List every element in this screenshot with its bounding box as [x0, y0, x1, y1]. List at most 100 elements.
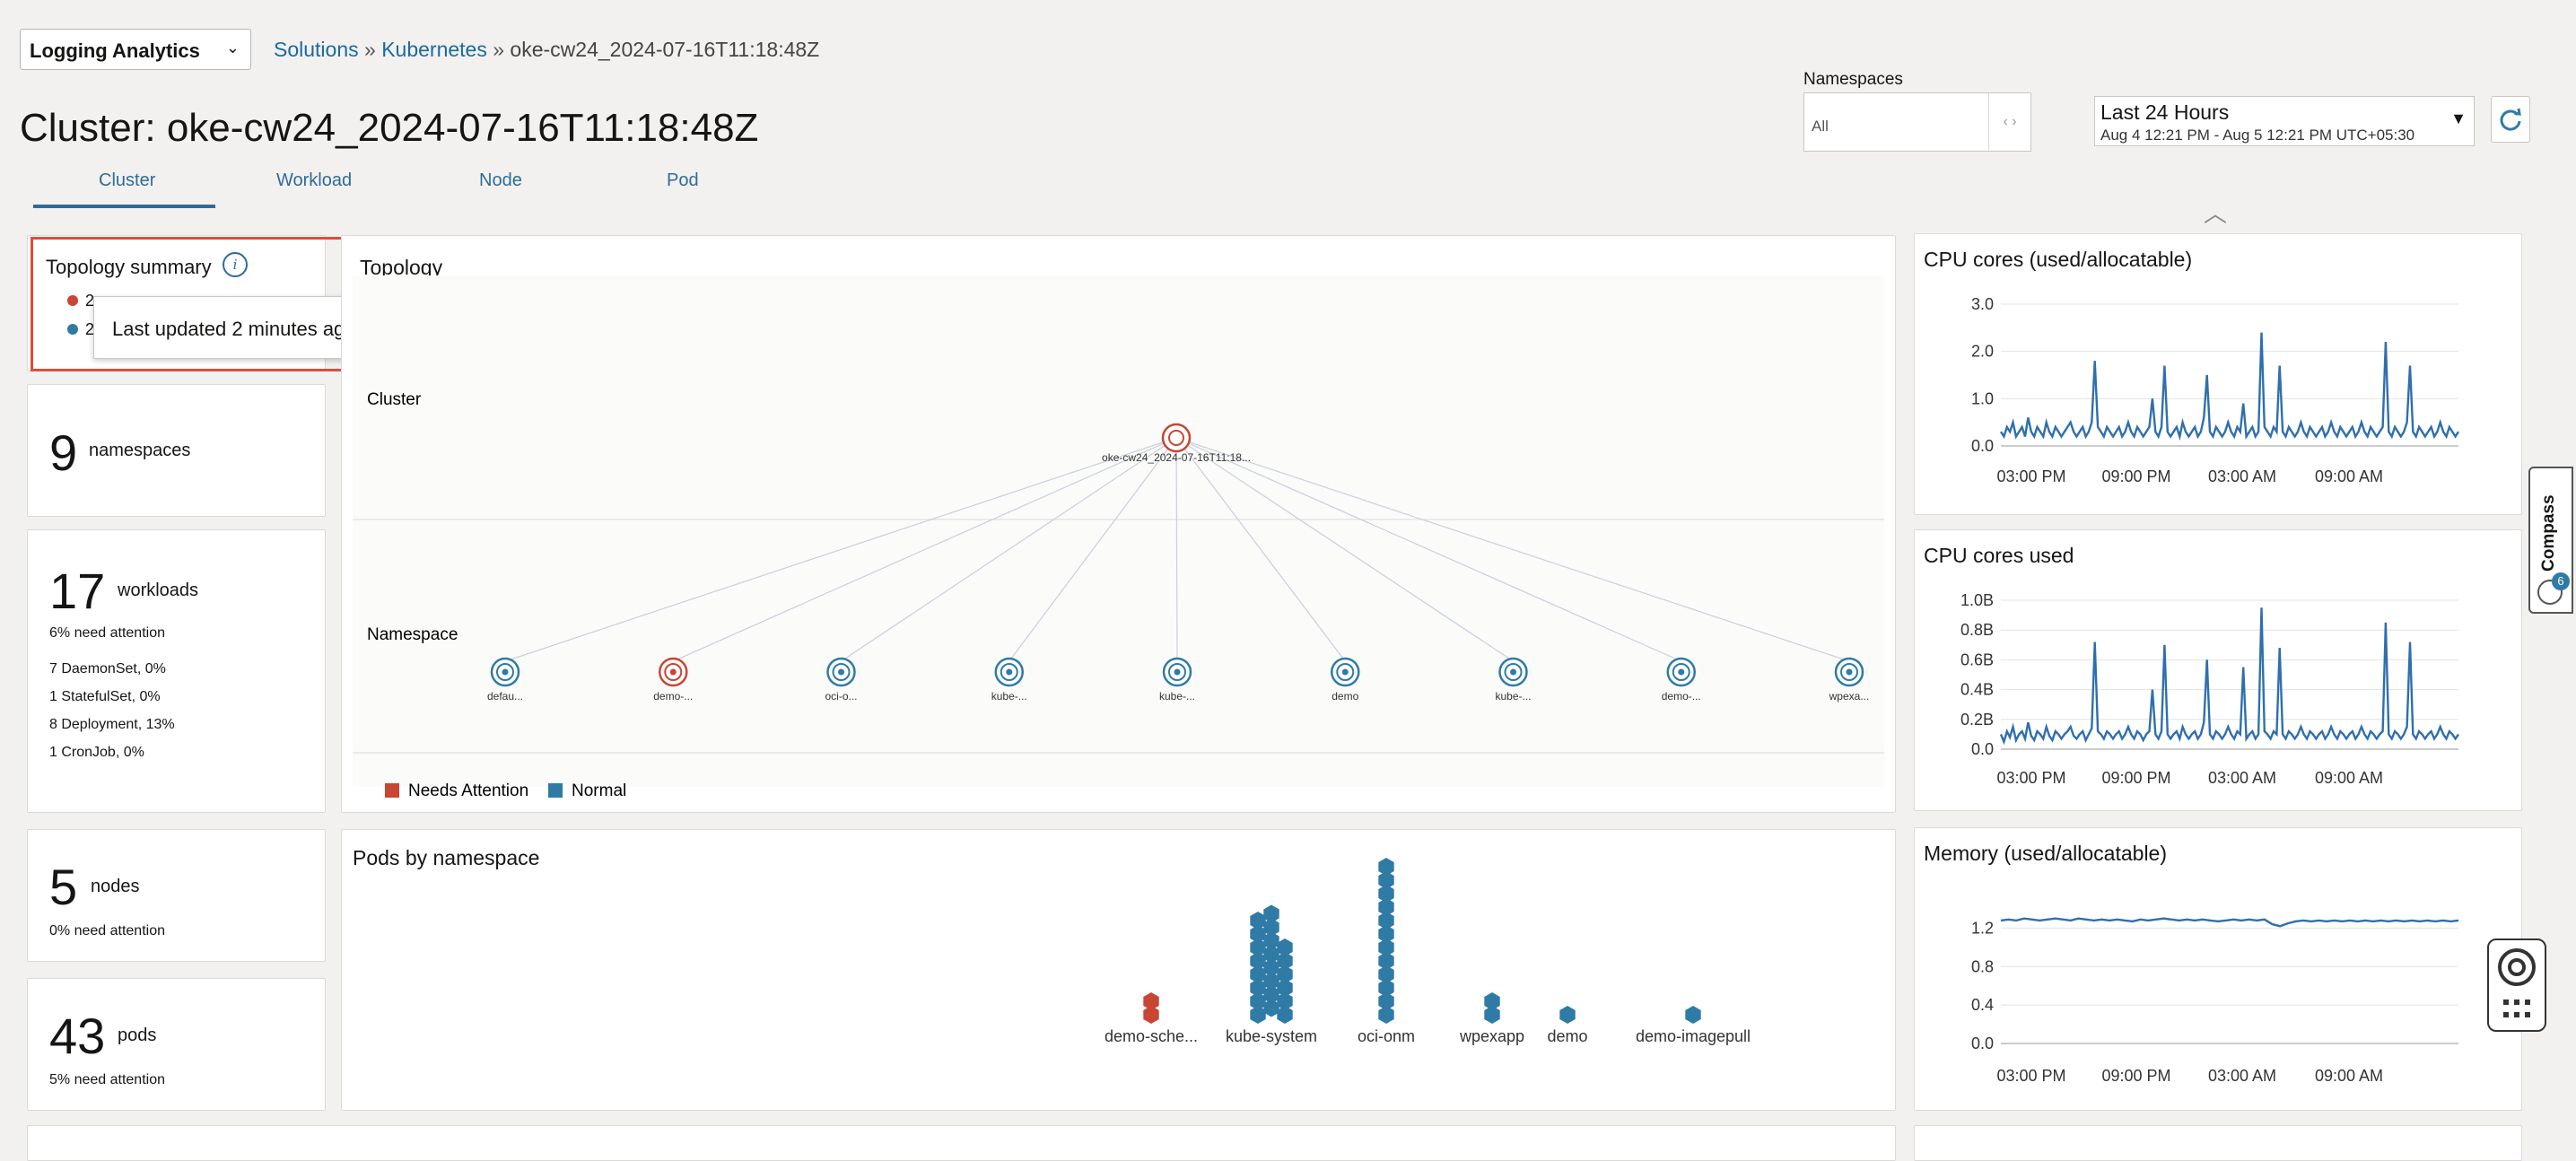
namespaces-count: 9: [49, 424, 78, 481]
workload-breakdown-item: 1 StatefulSet, 0%: [49, 689, 161, 704]
cpu-allocatable-chart-card: CPU cores (used/allocatable) 3.0 2.0 1.0 0.0…: [1914, 233, 2522, 515]
refresh-icon: [2500, 108, 2521, 131]
breadcrumb: Solutions » Kubernetes » oke-cw24_2024-0…: [274, 38, 820, 61]
pod-hex[interactable]: [1250, 912, 1266, 930]
chevron-down-icon: ⌄: [225, 39, 240, 57]
breadcrumb-solutions[interactable]: Solutions: [274, 38, 359, 61]
namespace-node[interactable]: [826, 657, 856, 687]
y-tick-label: 0.8: [1971, 957, 1994, 975]
nodes-count: 5: [49, 859, 78, 915]
namespace-node-label: wpexa...: [1829, 690, 1870, 703]
pod-group: demo-sche...: [1105, 992, 1198, 1045]
pod-hex[interactable]: [1277, 938, 1293, 956]
pod-hex[interactable]: [1685, 1006, 1701, 1024]
namespace-node[interactable]: [490, 657, 520, 687]
x-tick-label: 09:00 PM: [2101, 467, 2170, 485]
y-tick-label: 1.0: [1971, 389, 1994, 407]
namespace-node[interactable]: [994, 657, 1024, 687]
pod-group: demo: [1547, 1006, 1588, 1045]
y-tick-label: 0.6B: [1960, 650, 1994, 668]
chart-title: CPU cores (used/allocatable): [1924, 248, 2192, 271]
compass-label: Compass: [2539, 494, 2558, 572]
chart-title: Memory (used/allocatable): [1924, 842, 2167, 865]
memory-chart[interactable]: Memory (used/allocatable)1.20.80.40.003:…: [1915, 828, 2521, 1110]
tab-pod[interactable]: Pod: [667, 170, 699, 191]
pod-group-label: demo: [1547, 1027, 1587, 1045]
x-tick-label: 09:00 AM: [2315, 1067, 2383, 1085]
tooltip-text: Last updated 2 minutes ago: [112, 318, 356, 340]
y-tick-label: 0.0: [1971, 437, 1994, 455]
namespaces-stepper-icon[interactable]: ‹ ›: [1988, 93, 2030, 151]
namespace-node[interactable]: [1331, 657, 1360, 687]
pod-group-label: demo-imagepull: [1636, 1027, 1751, 1045]
time-range-label: Last 24 Hours: [2100, 100, 2230, 124]
pod-group-label: oci-onm: [1358, 1027, 1415, 1045]
workloads-label: workloads: [118, 580, 199, 600]
namespace-node[interactable]: [1834, 657, 1864, 687]
x-tick-label: 03:00 AM: [2208, 769, 2276, 787]
y-tick-label: 0.8B: [1960, 621, 1994, 639]
namespace-node[interactable]: [1162, 657, 1192, 687]
pod-group-label: kube-system: [1226, 1027, 1317, 1045]
workload-breakdown-item: 1 CronJob, 0%: [49, 745, 144, 760]
cluster-node[interactable]: [1161, 423, 1192, 453]
x-tick-label: 09:00 AM: [2315, 467, 2383, 485]
topology-row-cluster: Cluster: [367, 390, 422, 409]
y-tick-label: 2.0: [1971, 343, 1994, 361]
app-selector-label: Logging Analytics: [30, 39, 200, 62]
lifebuoy-icon: [2498, 948, 2536, 986]
time-range-detail: Aug 4 12:21 PM - Aug 5 12:21 PM UTC+05:3…: [2100, 127, 2415, 144]
pod-group: wpexapp: [1459, 992, 1524, 1045]
compass-badge: 6: [2552, 572, 2570, 590]
workloads-card[interactable]: 17 workloads 6% need attention 7 DaemonS…: [27, 529, 326, 813]
x-tick-label: 03:00 PM: [1996, 467, 2065, 485]
compass-tab[interactable]: Compass 6: [2528, 467, 2573, 614]
pod-hex[interactable]: [1559, 1006, 1576, 1024]
x-tick-label: 09:00 PM: [2101, 769, 2170, 787]
chart-title: CPU cores used: [1924, 544, 2074, 567]
pod-hex[interactable]: [1484, 992, 1500, 1010]
breadcrumb-kubernetes[interactable]: Kubernetes: [381, 38, 487, 61]
legend-normal-label: Normal: [572, 781, 626, 800]
pods-hex-chart[interactable]: demo-sche... kube-system oci-onm wpexapp dem…: [342, 830, 1895, 1110]
pods-count: 43: [49, 1008, 106, 1064]
app-selector[interactable]: Logging Analytics ⌄: [20, 29, 251, 70]
x-tick-label: 09:00 PM: [2101, 1067, 2170, 1085]
namespace-node[interactable]: [1666, 657, 1696, 687]
legend-attention-label: Needs Attention: [408, 781, 528, 800]
lower-panel-right: [1914, 1125, 2522, 1161]
pod-hex[interactable]: [1263, 904, 1279, 923]
page-title: Cluster: oke-cw24_2024-07-16T11:18:48Z: [20, 106, 759, 150]
namespaces-value: All: [1812, 118, 1829, 135]
tab-cluster[interactable]: Cluster: [99, 170, 155, 191]
y-tick-label: 3.0: [1971, 295, 1994, 313]
time-range-select[interactable]: Last 24 Hours Aug 4 12:21 PM - Aug 5 12:…: [2094, 96, 2475, 146]
pod-hex[interactable]: [1143, 992, 1159, 1010]
refresh-button[interactable]: [2491, 96, 2530, 143]
legend-attention-swatch: [385, 783, 399, 798]
cpu-used-chart[interactable]: CPU cores used1.0B0.8B0.6B0.4B0.2B0.003:…: [1915, 530, 2521, 810]
tab-workload[interactable]: Workload: [276, 170, 352, 191]
namespace-node[interactable]: [1498, 657, 1528, 687]
help-widget[interactable]: [2487, 938, 2546, 1032]
namespace-node-label: defau...: [487, 690, 523, 703]
pods-attention: 5% need attention: [49, 1072, 165, 1087]
namespaces-label: Namespaces: [1803, 70, 1903, 89]
topology-graph[interactable]: Cluster Namespace defau... demo-... oci-o.…: [342, 275, 1895, 814]
cpu-allocatable-chart[interactable]: CPU cores (used/allocatable) 3.0 2.0 1.0 0.0…: [1915, 234, 2521, 514]
namespace-node[interactable]: [659, 657, 688, 687]
nodes-label: nodes: [91, 877, 140, 896]
pod-group-label: demo-sche...: [1105, 1027, 1198, 1045]
namespaces-card[interactable]: 9 namespaces: [27, 384, 326, 517]
namespaces-select[interactable]: All ‹ ›: [1803, 92, 2031, 152]
pods-card[interactable]: 43 pods 5% need attention: [27, 978, 326, 1111]
pod-hex[interactable]: [1378, 858, 1394, 876]
pods-by-namespace-panel: Pods by namespace demo-sche... kube-syste…: [341, 829, 1896, 1111]
collapse-chevron-up-icon[interactable]: ︿: [2204, 196, 2227, 229]
pod-group: oci-onm: [1358, 858, 1415, 1045]
nodes-card[interactable]: 5 nodes 0% need attention: [27, 829, 326, 962]
series-line: [1999, 332, 2460, 441]
topology-panel: Topology Cluster Namespace defau... demo-…: [341, 235, 1896, 813]
nodes-attention: 0% need attention: [49, 923, 165, 938]
tab-node[interactable]: Node: [479, 170, 522, 191]
